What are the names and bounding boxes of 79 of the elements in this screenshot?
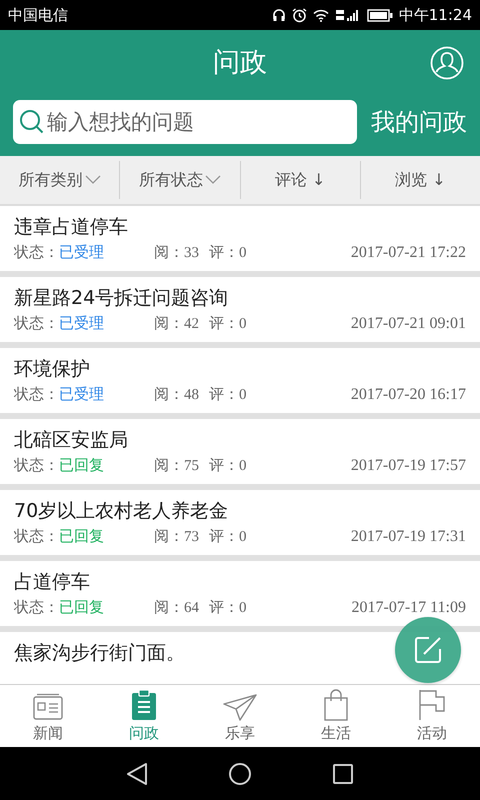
chevron-down-icon — [84, 175, 101, 185]
sort-button[interactable]: 浏览 ↓ — [360, 161, 480, 199]
issue-time: 2017-07-19 17:31 — [350, 527, 466, 547]
back-button[interactable] — [126, 762, 148, 786]
filter-dropdown[interactable]: 所有类别 — [0, 161, 120, 199]
sort-button[interactable]: 评论 ↓ — [240, 161, 360, 199]
status-value: 已回复 — [59, 599, 104, 618]
status-label: 状态： — [14, 314, 59, 334]
status-label: 状态： — [14, 244, 59, 263]
nav-tab[interactable]: 乐享 — [192, 685, 288, 747]
clipboard-icon — [131, 689, 157, 721]
search-field[interactable]: 输入想找的问题 — [13, 100, 357, 144]
read-count: 阅：42 — [154, 315, 199, 334]
nav-tab[interactable]: 问政 — [96, 685, 192, 747]
clock-time: 中午11:24 — [398, 6, 472, 24]
recents-button[interactable] — [332, 762, 354, 784]
issue-title: 新星路24号拆迁问题咨询 — [14, 286, 228, 311]
status-value: 已受理 — [59, 244, 104, 263]
comment-count: 评：0 — [209, 528, 246, 547]
read-count: 阅：75 — [154, 457, 199, 476]
battery-icon — [366, 8, 393, 22]
issue-item[interactable]: 北碚区安监局 状态：已回复 阅：75 评：0 2017-07-19 17:57 — [0, 419, 480, 484]
status-label: 状态： — [14, 386, 59, 405]
shopping-bag-icon — [324, 689, 348, 721]
issue-time: 2017-07-20 16:17 — [350, 385, 466, 405]
carrier-name: 中国电信 — [8, 6, 68, 24]
signal-icon — [334, 8, 361, 22]
comment-count: 评：0 — [209, 244, 246, 263]
read-count: 阅：64 — [154, 599, 199, 618]
flag-icon — [418, 689, 446, 721]
page-title: 问政 — [213, 46, 267, 80]
read-count: 阅：33 — [154, 244, 199, 263]
issue-title: 70岁以上农村老人养老金 — [14, 499, 228, 524]
comment-count: 评：0 — [209, 314, 246, 334]
issue-item[interactable]: 新星路24号拆迁问题咨询 状态：已受理 阅：42 评：0 2017-07-21 09:01 — [0, 277, 480, 342]
status-label: 状态： — [14, 598, 59, 618]
my-questions-link[interactable]: 我的问政 — [371, 106, 467, 138]
issue-title: 焦家沟步行街门面。 — [14, 641, 185, 666]
issue-title: 违章占道停车 — [14, 215, 128, 240]
issue-item[interactable]: 70岁以上农村老人养老金 状态：已回复 阅：73 评：0 2017-07-19 17:31 — [0, 490, 480, 555]
headphones-icon — [272, 8, 286, 22]
comment-count: 评：0 — [209, 598, 246, 618]
recents-icon — [332, 762, 354, 784]
status-value: 已受理 — [59, 314, 104, 334]
read-count: 阅：73 — [154, 528, 199, 547]
comment-count: 评：0 — [209, 386, 246, 405]
status-value: 已回复 — [59, 457, 104, 476]
newspaper-icon — [33, 693, 63, 721]
issue-time: 2017-07-17 11:09 — [351, 598, 466, 618]
home-icon — [228, 762, 252, 786]
nav-tab[interactable]: 生活 — [288, 685, 384, 747]
person-icon — [430, 46, 464, 80]
nav-tab[interactable]: 活动 — [384, 685, 480, 747]
status-value: 已回复 — [59, 528, 104, 547]
comment-count: 评：0 — [209, 456, 246, 476]
issue-title: 占道停车 — [14, 570, 90, 595]
paper-plane-icon — [223, 693, 257, 721]
profile-icon[interactable] — [430, 46, 464, 80]
chevron-down-icon — [204, 175, 221, 185]
back-icon — [126, 762, 148, 786]
issue-item[interactable]: 环境保护 状态：已受理 阅：48 评：0 2017-07-20 16:17 — [0, 348, 480, 413]
edit-icon — [413, 635, 443, 665]
issue-title: 环境保护 — [14, 357, 90, 382]
nav-tab[interactable]: 新闻 — [0, 685, 96, 747]
alarm-icon — [292, 8, 307, 22]
status-value: 已受理 — [59, 386, 104, 405]
issue-time: 2017-07-19 17:57 — [350, 456, 466, 476]
issue-time: 2017-07-21 17:22 — [350, 243, 466, 263]
home-button[interactable] — [228, 762, 252, 786]
status-label: 状态： — [14, 456, 59, 476]
issue-time: 2017-07-21 09:01 — [350, 314, 466, 334]
issue-item[interactable]: 违章占道停车 状态：已受理 阅：33 评：0 2017-07-21 17:22 — [0, 206, 480, 271]
read-count: 阅：48 — [154, 386, 199, 405]
search-icon — [19, 109, 45, 135]
issue-title: 北碚区安监局 — [14, 428, 128, 453]
issue-item[interactable]: 占道停车 状态：已回复 阅：64 评：0 2017-07-17 11:09 — [0, 561, 480, 626]
filter-dropdown[interactable]: 所有状态 — [120, 161, 240, 199]
status-label: 状态： — [14, 528, 59, 547]
wifi-icon — [312, 8, 329, 22]
